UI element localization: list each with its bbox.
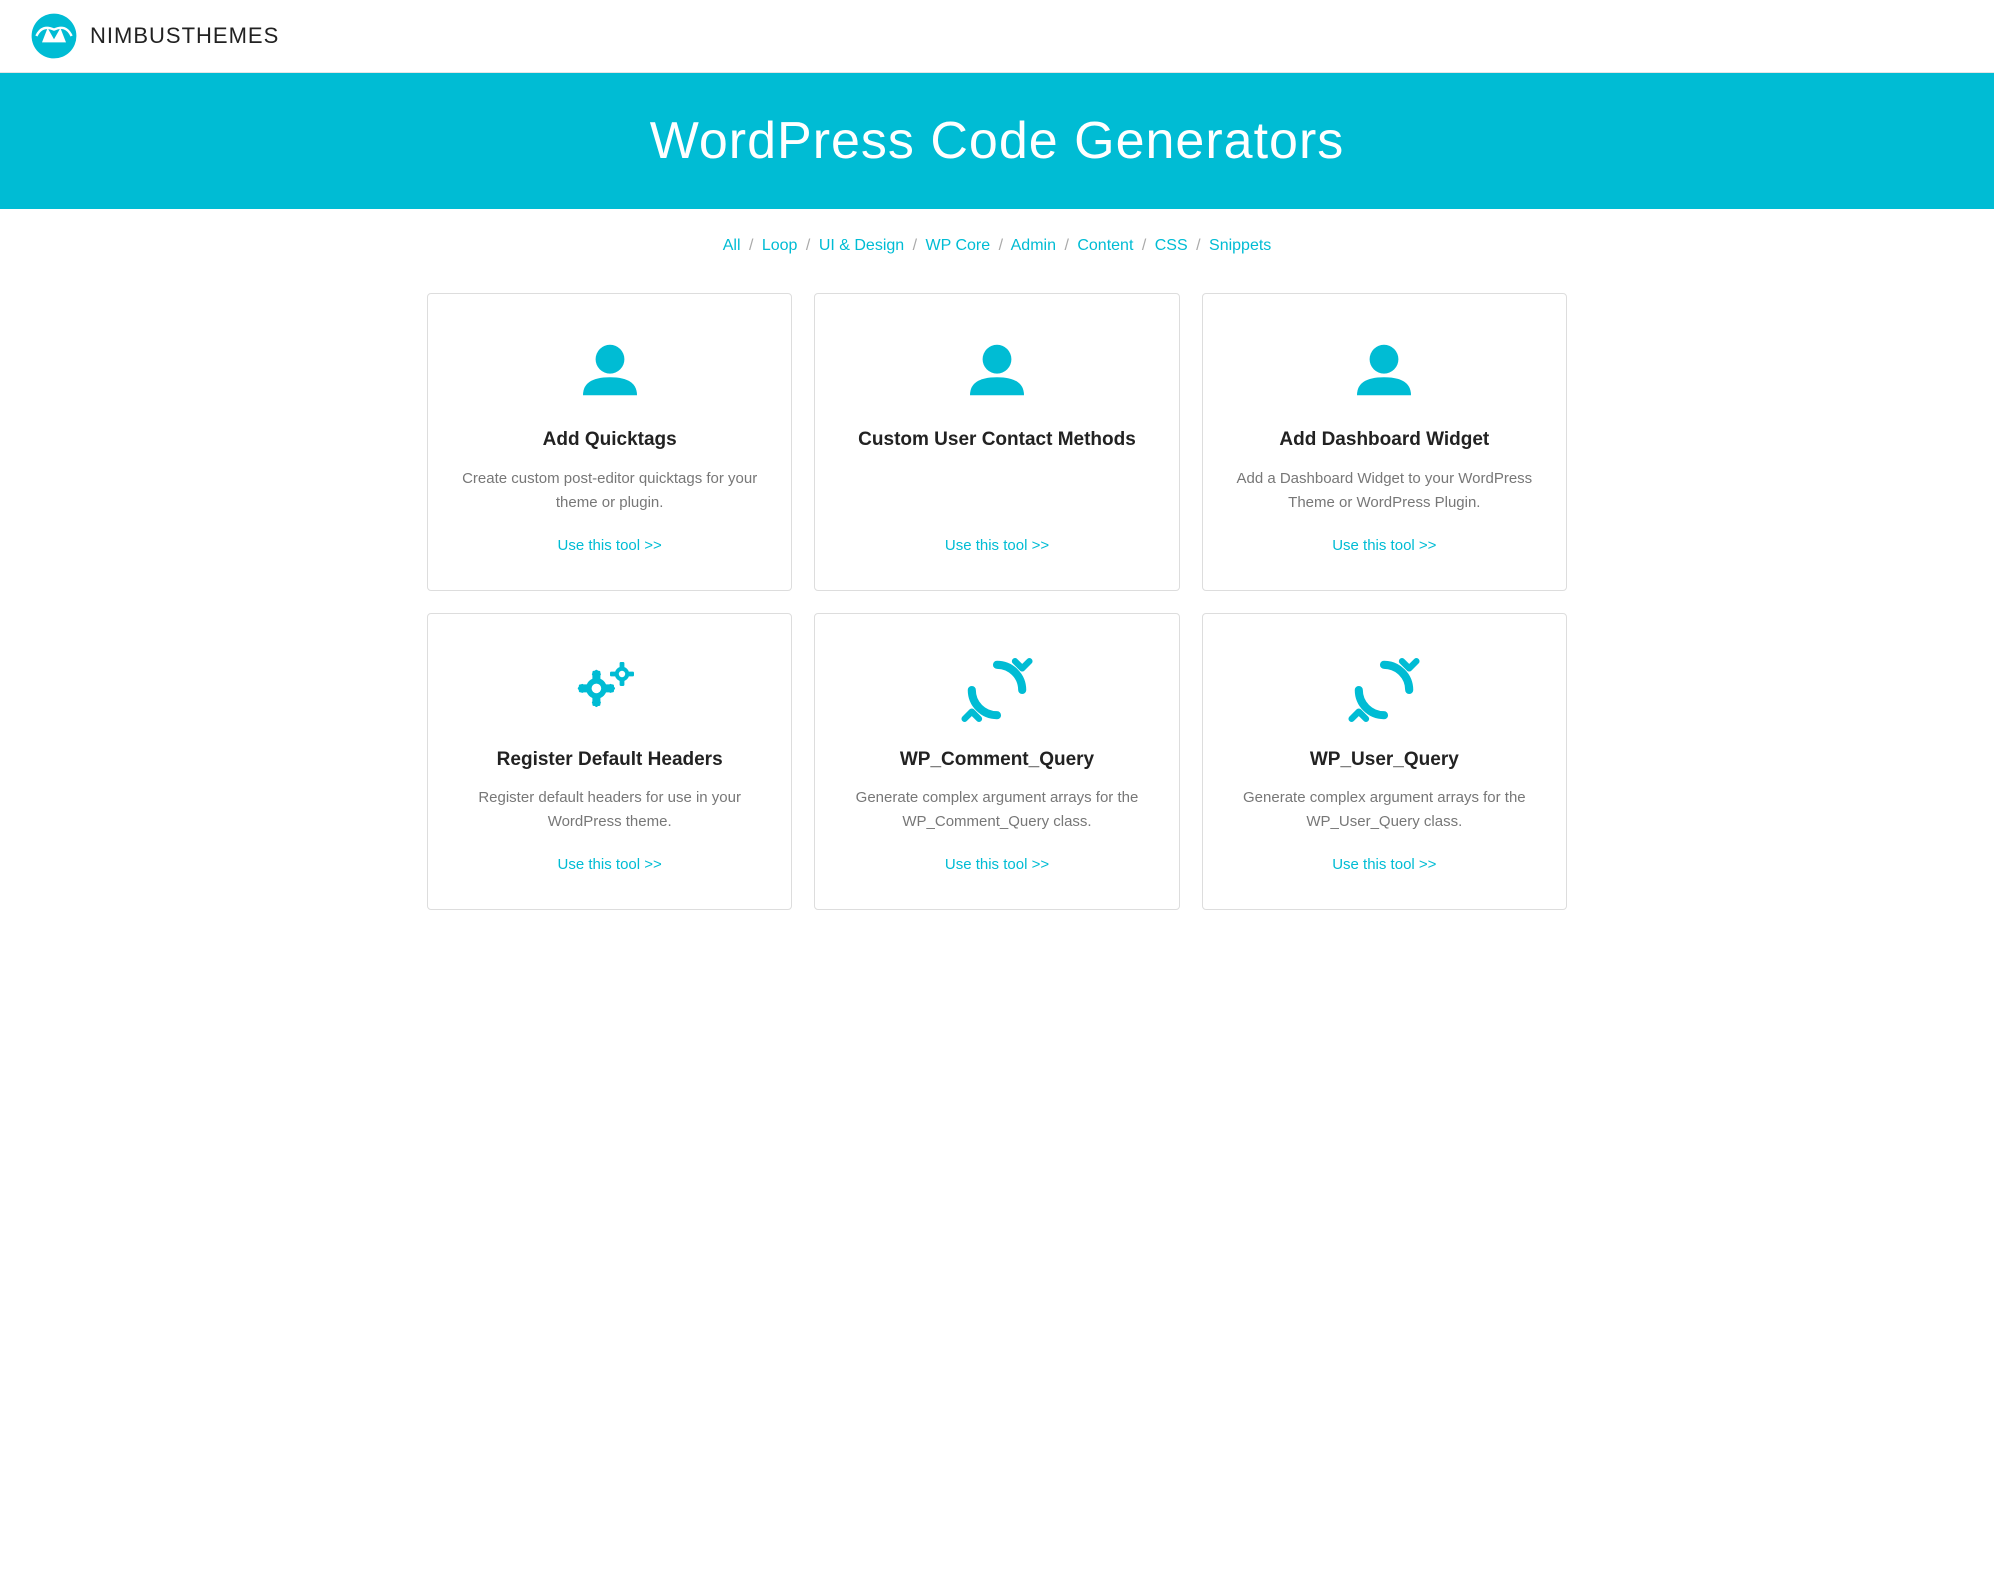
card-custom-user-contact: Custom User Contact Methods Use this too… (814, 293, 1179, 591)
gears-icon (574, 654, 646, 726)
logo-text: NIMBUSTHEMES (90, 23, 279, 49)
card-title: Add Dashboard Widget (1279, 428, 1489, 453)
card-title: Add Quicktags (543, 428, 677, 453)
sep-1: / (749, 237, 753, 254)
logo-icon (30, 12, 78, 60)
top-bar: NIMBUSTHEMES (0, 0, 1994, 73)
card-title: WP_User_Query (1310, 748, 1459, 773)
logo-bold: NIMBUS (90, 23, 182, 48)
card-title: Custom User Contact Methods (858, 428, 1136, 453)
card-link[interactable]: Use this tool >> (558, 856, 662, 873)
sep-3: / (913, 237, 917, 254)
card-wp-comment-query: WP_Comment_Query Generate complex argume… (814, 613, 1179, 911)
filter-all[interactable]: All (723, 237, 741, 254)
card-wp-user-query: WP_User_Query Generate complex argument … (1202, 613, 1567, 911)
card-add-dashboard-widget: Add Dashboard Widget Add a Dashboard Wid… (1202, 293, 1567, 591)
refresh-icon (961, 654, 1033, 726)
card-title: Register Default Headers (497, 748, 723, 773)
sep-2: / (806, 237, 810, 254)
hero-banner: WordPress Code Generators (0, 73, 1994, 209)
card-desc: Create custom post-editor quicktags for … (458, 467, 761, 515)
logo-light: THEMES (182, 23, 280, 48)
card-desc: Generate complex argument arrays for the… (845, 786, 1148, 834)
card-add-quicktags: Add Quicktags Create custom post-editor … (427, 293, 792, 591)
card-link[interactable]: Use this tool >> (558, 537, 662, 554)
filter-ui-design[interactable]: UI & Design (819, 237, 904, 254)
filter-loop[interactable]: Loop (762, 237, 798, 254)
card-desc: Generate complex argument arrays for the… (1233, 786, 1536, 834)
sep-5: / (1064, 237, 1068, 254)
card-link[interactable]: Use this tool >> (1332, 537, 1436, 554)
card-link[interactable]: Use this tool >> (945, 537, 1049, 554)
user-icon (574, 334, 646, 406)
filter-css[interactable]: CSS (1155, 237, 1188, 254)
user-icon (1348, 334, 1420, 406)
user-icon (961, 334, 1033, 406)
card-desc: Add a Dashboard Widget to your WordPress… (1233, 467, 1536, 515)
filter-nav: All / Loop / UI & Design / WP Core / Adm… (0, 209, 1994, 273)
filter-content[interactable]: Content (1077, 237, 1133, 254)
card-title: WP_Comment_Query (900, 748, 1094, 773)
card-link[interactable]: Use this tool >> (945, 856, 1049, 873)
sep-4: / (999, 237, 1003, 254)
filter-snippets[interactable]: Snippets (1209, 237, 1271, 254)
card-register-default-headers: Register Default Headers Register defaul… (427, 613, 792, 911)
card-link[interactable]: Use this tool >> (1332, 856, 1436, 873)
sep-7: / (1196, 237, 1200, 254)
sep-6: / (1142, 237, 1146, 254)
cards-grid: Add Quicktags Create custom post-editor … (397, 293, 1597, 910)
filter-admin[interactable]: Admin (1011, 237, 1056, 254)
card-desc: Register default headers for use in your… (458, 786, 761, 834)
refresh-icon (1348, 654, 1420, 726)
hero-title: WordPress Code Generators (20, 111, 1974, 171)
filter-wp-core[interactable]: WP Core (926, 237, 991, 254)
